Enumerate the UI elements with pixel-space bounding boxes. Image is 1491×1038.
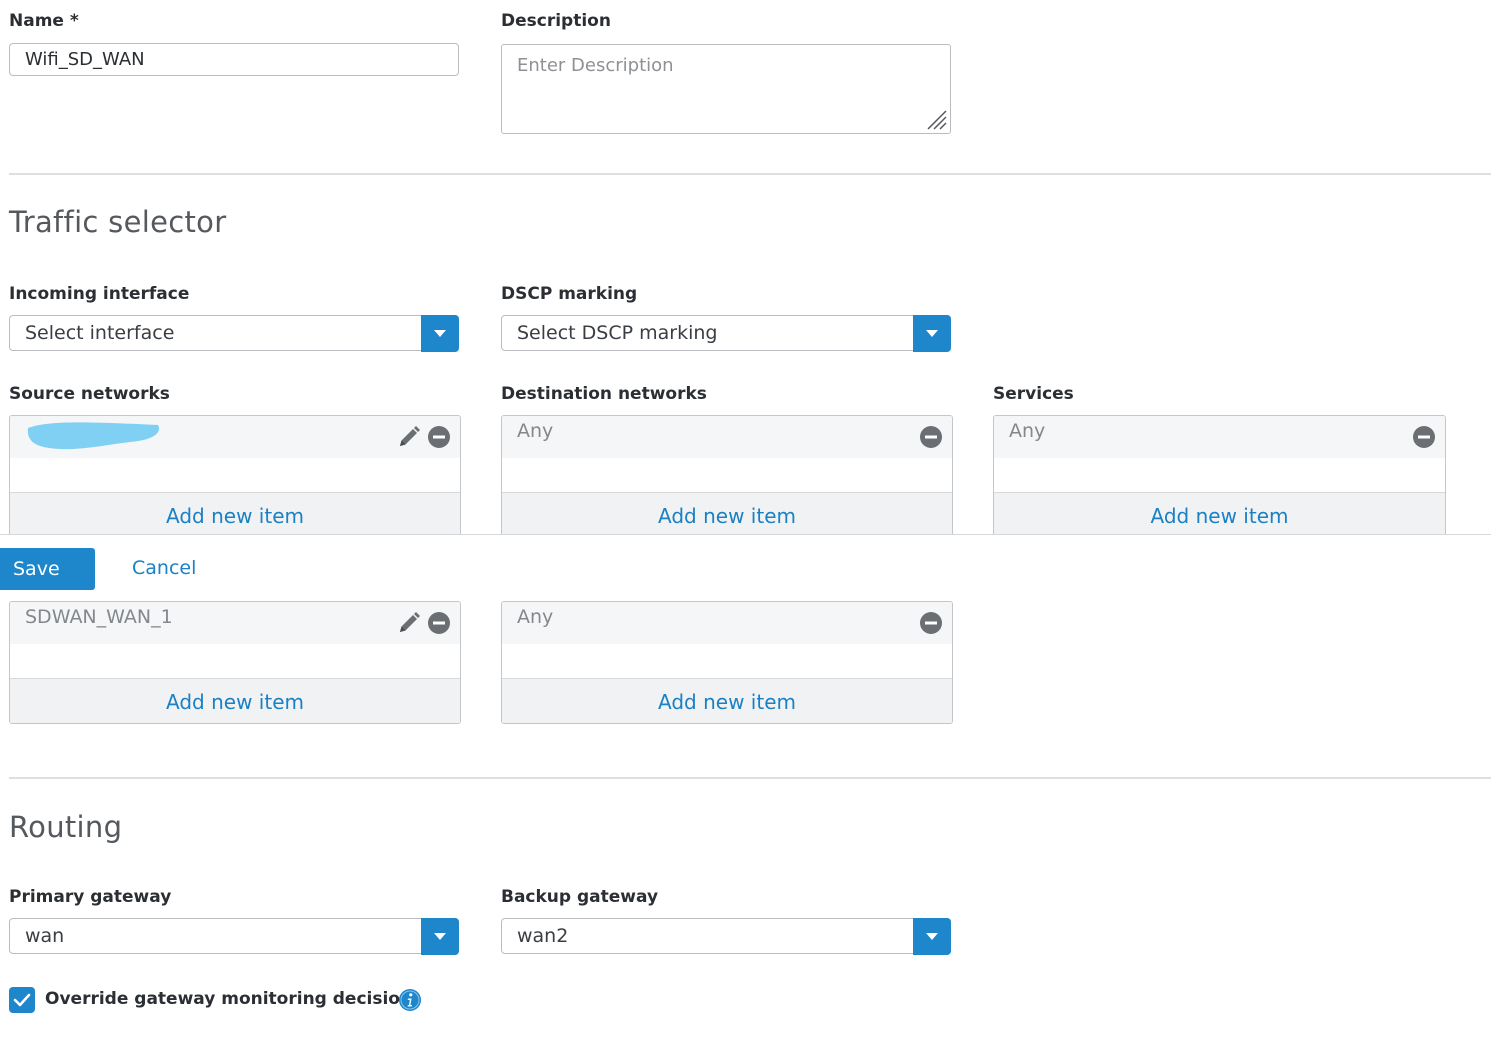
override-gateway-checkbox[interactable] (9, 987, 35, 1013)
cancel-button[interactable]: Cancel (132, 557, 196, 579)
primary-gateway-label: Primary gateway (9, 887, 172, 907)
add-new-item-link[interactable]: Add new item (1151, 504, 1289, 528)
lower-left-item-text: SDWAN_WAN_1 (25, 606, 173, 628)
description-placeholder: Enter Description (517, 55, 674, 76)
primary-gateway-select[interactable]: wan (9, 918, 459, 955)
lower-right-list: Any Add new item (501, 601, 953, 724)
add-new-item-link[interactable]: Add new item (658, 690, 796, 714)
list-item[interactable]: Any (502, 602, 952, 644)
chevron-down-icon (434, 933, 446, 940)
name-input-value: Wifi_SD_WAN (25, 49, 145, 70)
action-bar: Save Cancel (0, 534, 1491, 599)
list-item[interactable]: Any (994, 416, 1445, 458)
backup-gateway-select[interactable]: wan2 (501, 918, 951, 955)
description-textarea[interactable]: Enter Description (501, 44, 951, 134)
resize-handle-icon[interactable] (924, 107, 948, 131)
services-label: Services (993, 384, 1074, 404)
incoming-interface-label: Incoming interface (9, 284, 190, 304)
traffic-selector-title: Traffic selector (9, 205, 227, 239)
add-new-item-link[interactable]: Add new item (166, 504, 304, 528)
routing-title: Routing (9, 810, 123, 844)
lower-left-list: SDWAN_WAN_1 Add new item (9, 601, 461, 724)
source-networks-add-new-item[interactable]: Add new item (10, 492, 460, 539)
lower-right-add-new-item[interactable]: Add new item (502, 678, 952, 723)
checkmark-icon (13, 993, 31, 1007)
edit-pencil-icon[interactable] (397, 611, 421, 635)
add-new-item-link[interactable]: Add new item (166, 690, 304, 714)
primary-gateway-dropdown-button[interactable] (421, 918, 459, 955)
redaction-mark (27, 422, 160, 450)
chevron-down-icon (434, 330, 446, 337)
list-item[interactable]: SDWAN_WAN_1 (10, 602, 460, 644)
service-item-text: Any (1009, 420, 1046, 442)
save-button[interactable]: Save (0, 548, 95, 590)
chevron-down-icon (926, 330, 938, 337)
chevron-down-icon (926, 933, 938, 940)
description-label: Description (501, 11, 611, 31)
destination-network-item-text: Any (517, 420, 554, 442)
incoming-interface-dropdown-button[interactable] (421, 315, 459, 352)
remove-minus-icon[interactable] (427, 611, 451, 635)
add-new-item-link[interactable]: Add new item (658, 504, 796, 528)
dscp-marking-dropdown-button[interactable] (913, 315, 951, 352)
list-item[interactable]: Any (502, 416, 952, 458)
dscp-marking-label: DSCP marking (501, 284, 638, 304)
remove-minus-icon[interactable] (427, 425, 451, 449)
destination-networks-label: Destination networks (501, 384, 707, 404)
backup-gateway-dropdown-button[interactable] (913, 918, 951, 955)
name-label: Name * (9, 11, 79, 31)
remove-minus-icon[interactable] (919, 425, 943, 449)
backup-gateway-value: wan2 (517, 925, 569, 947)
backup-gateway-label: Backup gateway (501, 887, 659, 907)
dscp-marking-value: Select DSCP marking (517, 322, 718, 344)
section-divider (9, 777, 1491, 779)
section-divider (9, 173, 1491, 175)
dscp-marking-select[interactable]: Select DSCP marking (501, 315, 951, 352)
services-add-new-item[interactable]: Add new item (994, 492, 1445, 539)
incoming-interface-select[interactable]: Select interface (9, 315, 459, 352)
edit-pencil-icon[interactable] (397, 425, 421, 449)
list-item[interactable] (10, 416, 460, 458)
override-gateway-label[interactable]: Override gateway monitoring decision (45, 989, 412, 1009)
incoming-interface-value: Select interface (25, 322, 175, 344)
lower-right-item-text: Any (517, 606, 554, 628)
primary-gateway-value: wan (25, 925, 65, 947)
lower-left-add-new-item[interactable]: Add new item (10, 678, 460, 723)
remove-minus-icon[interactable] (919, 611, 943, 635)
name-input[interactable]: Wifi_SD_WAN (9, 43, 459, 76)
source-networks-label: Source networks (9, 384, 170, 404)
destination-networks-add-new-item[interactable]: Add new item (502, 492, 952, 539)
remove-minus-icon[interactable] (1412, 425, 1436, 449)
info-icon[interactable] (398, 988, 422, 1012)
